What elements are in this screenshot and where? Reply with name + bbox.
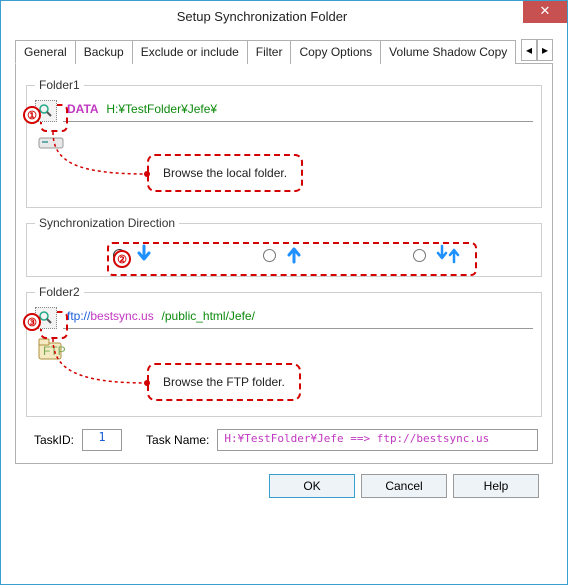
task-row: TaskID: 1 Task Name: H:¥TestFolder¥Jefe … [34, 429, 538, 451]
folder1-legend: Folder1 [35, 78, 84, 92]
tab-backup[interactable]: Backup [75, 40, 133, 64]
title-bar: Setup Synchronization Folder ✕ [1, 1, 567, 31]
dialog-button-row: OK Cancel Help [15, 464, 553, 498]
folder1-path-label: DATA [67, 102, 99, 116]
annotation-box-1: Browse the local folder. [147, 154, 303, 192]
sync-direction-legend: Synchronization Direction [35, 216, 179, 230]
search-icon [39, 311, 53, 325]
folder2-path-row: ftp://bestsync.us /public_html/Jefe/ [35, 307, 533, 329]
tab-filter[interactable]: Filter [247, 40, 292, 64]
close-button[interactable]: ✕ [523, 1, 567, 23]
annotation-marker-2: ② [113, 250, 131, 268]
annotation-marker-3: ③ [23, 313, 41, 331]
ftp-icon: FTP [37, 337, 65, 363]
folder2-path-input[interactable]: ftp://bestsync.us /public_html/Jefe/ [63, 307, 533, 329]
sync-radio-both[interactable] [413, 249, 426, 262]
folder2-group: Folder2 ③ ftp://bestsync.us /public_html… [26, 285, 542, 417]
sync-option-both[interactable] [408, 244, 461, 264]
folder1-path-row: DATA H:¥TestFolder¥Jefe¥ [35, 100, 533, 122]
tab-copy-options[interactable]: Copy Options [290, 40, 381, 64]
cancel-button[interactable]: Cancel [361, 474, 447, 498]
folder2-path-scheme: ftp:// [67, 309, 90, 323]
ok-button[interactable]: OK [269, 474, 355, 498]
dialog-window: Setup Synchronization Folder ✕ General B… [0, 0, 568, 585]
taskname-input[interactable]: H:¥TestFolder¥Jefe ==> ftp://bestsync.us [217, 429, 538, 451]
folder2-path-host: bestsync.us [90, 309, 153, 323]
search-icon [39, 104, 53, 118]
annotation-box-3: Browse the FTP folder. [147, 363, 301, 401]
tab-scroll-left[interactable]: ◂ [521, 39, 537, 61]
tab-scroll: ◂ ▸ [521, 39, 553, 63]
annotation-text-3: Browse the FTP folder. [163, 375, 285, 389]
folder1-path-input[interactable]: DATA H:¥TestFolder¥Jefe¥ [63, 100, 533, 122]
annotation-marker-1: ① [23, 106, 41, 124]
folder2-legend: Folder2 [35, 285, 84, 299]
svg-text:FTP: FTP [43, 344, 66, 358]
annotation-text-1: Browse the local folder. [163, 166, 287, 180]
tab-exclude[interactable]: Exclude or include [132, 40, 248, 64]
tab-strip: General Backup Exclude or include Filter… [15, 39, 553, 64]
tab-scroll-right[interactable]: ▸ [537, 39, 553, 61]
folder1-path-value: H:¥TestFolder¥Jefe¥ [106, 102, 217, 116]
folder2-path-path: /public_html/Jefe/ [162, 309, 255, 323]
sync-direction-radios [35, 238, 533, 270]
arrow-updown-icon [435, 244, 461, 264]
taskid-label: TaskID: [34, 433, 74, 447]
arrow-down-icon [135, 244, 153, 264]
drive-icon [37, 130, 65, 156]
folder1-group: Folder1 ① DATA H:¥TestFolder¥Jefe¥ [26, 78, 542, 208]
sync-direction-group: Synchronization Direction ② [26, 216, 542, 277]
tab-vss[interactable]: Volume Shadow Copy [380, 40, 516, 64]
window-title: Setup Synchronization Folder [1, 9, 523, 24]
taskname-label: Task Name: [146, 433, 209, 447]
arrow-up-icon [285, 244, 303, 264]
tab-panel-general: Folder1 ① DATA H:¥TestFolder¥Jefe¥ [15, 64, 553, 464]
sync-option-up[interactable] [258, 244, 303, 264]
dialog-body: General Backup Exclude or include Filter… [1, 31, 567, 510]
taskid-input[interactable]: 1 [82, 429, 122, 451]
sync-radio-up[interactable] [263, 249, 276, 262]
tab-general[interactable]: General [15, 40, 76, 64]
help-button[interactable]: Help [453, 474, 539, 498]
